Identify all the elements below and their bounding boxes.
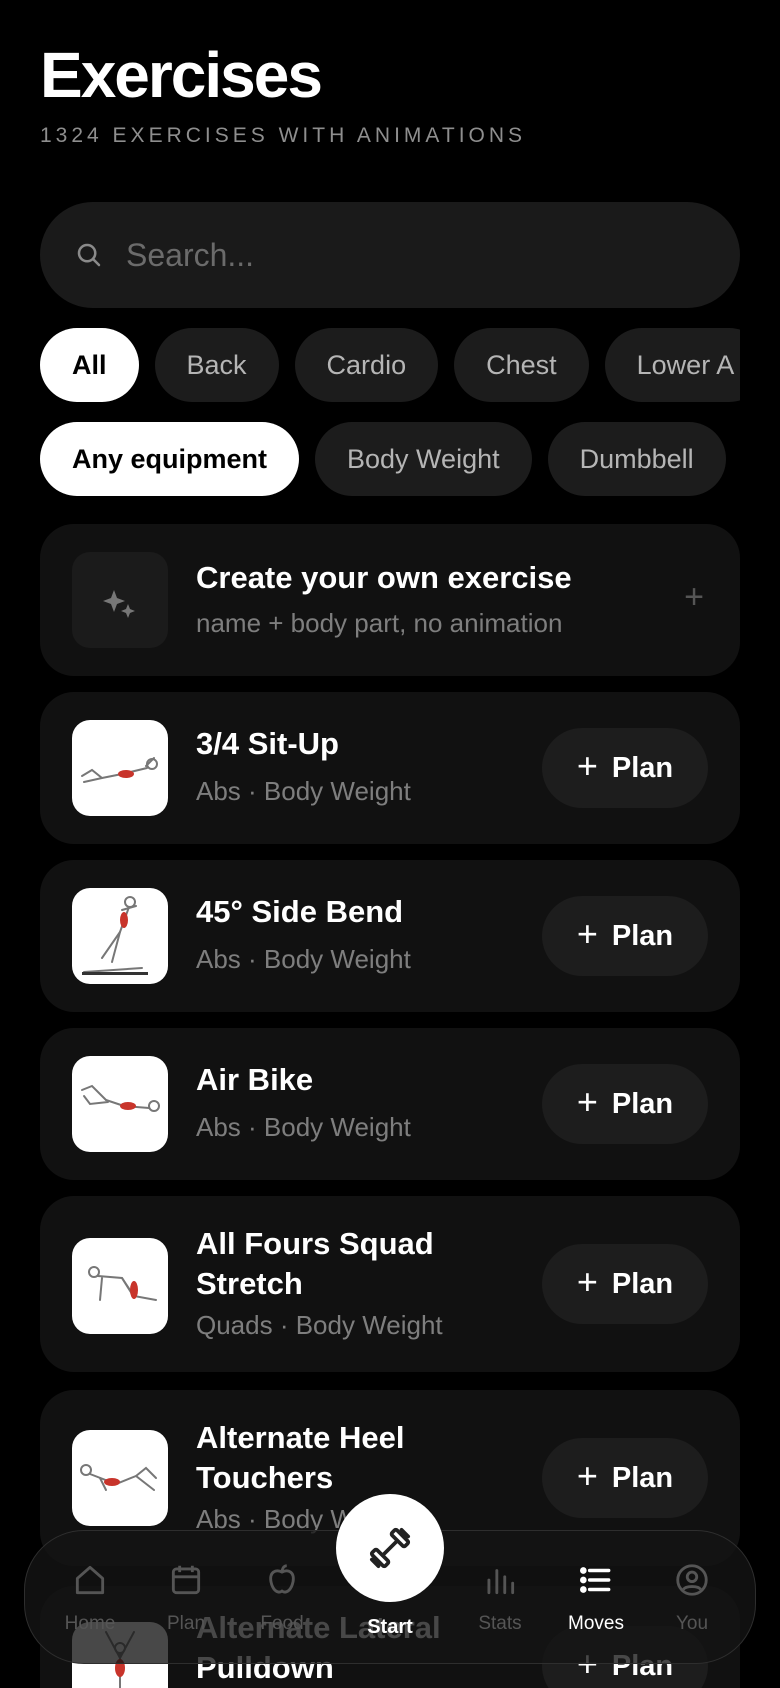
exercise-meta: Abs · Body Weight bbox=[196, 776, 411, 806]
exercise-meta: Abs · Body Weight bbox=[196, 944, 411, 974]
chip-cardio[interactable]: Cardio bbox=[294, 328, 439, 402]
chip-lower-arms[interactable]: Lower A bbox=[604, 328, 740, 402]
plus-icon: + bbox=[576, 913, 598, 954]
plus-icon: + bbox=[576, 1455, 598, 1496]
exercise-thumbnail bbox=[72, 1056, 168, 1152]
calendar-icon bbox=[171, 1565, 201, 1595]
create-exercise-card[interactable]: Create your own exercise name + body par… bbox=[40, 524, 740, 676]
sparkle-icon bbox=[72, 552, 168, 648]
tab-moves[interactable]: Moves bbox=[551, 1561, 641, 1635]
tab-home[interactable]: Home bbox=[45, 1561, 135, 1635]
tab-food[interactable]: Food bbox=[237, 1561, 327, 1635]
exercise-count-subtitle: 1324 EXERCISES WITH ANIMATIONS bbox=[40, 124, 527, 147]
body-part-filter-row: All Back Cardio Chest Lower A bbox=[40, 328, 740, 402]
add-to-plan-button[interactable]: +Plan bbox=[542, 896, 708, 976]
chip-any-equipment[interactable]: Any equipment bbox=[40, 422, 300, 496]
add-to-plan-button[interactable]: +Plan bbox=[542, 728, 708, 808]
chip-all[interactable]: All bbox=[40, 328, 139, 402]
search-placeholder: Search... bbox=[126, 236, 255, 273]
add-to-plan-button[interactable]: +Plan bbox=[542, 1244, 708, 1324]
search-input[interactable]: Search... bbox=[40, 202, 740, 308]
exercise-name: 3/4 Sit-Up bbox=[196, 726, 339, 761]
exercise-name: Air Bike bbox=[196, 1062, 314, 1097]
create-exercise-title: Create your own exercise bbox=[196, 560, 572, 595]
tab-you[interactable]: You bbox=[647, 1561, 737, 1635]
exercise-meta: Quads · Body Weight bbox=[196, 1310, 443, 1340]
plus-icon: + bbox=[576, 745, 598, 786]
chip-dumbbell[interactable]: Dumbbell bbox=[547, 422, 726, 496]
exercise-card[interactable]: Air Bike Abs · Body Weight + Plan bbox=[40, 1028, 740, 1180]
plus-icon: + bbox=[576, 1081, 598, 1122]
exercise-card[interactable]: 45° Side Bend Abs · Body Weight + Plan bbox=[40, 860, 740, 1012]
dumbbell-icon bbox=[369, 1527, 411, 1569]
plus-icon: + bbox=[576, 1261, 598, 1302]
exercise-thumbnail bbox=[72, 1238, 168, 1334]
add-icon[interactable]: + bbox=[684, 578, 704, 617]
start-label: Start bbox=[367, 1616, 413, 1638]
exercise-name: 45° Side Bend bbox=[196, 894, 404, 929]
exercise-thumbnail bbox=[72, 720, 168, 816]
chip-back[interactable]: Back bbox=[154, 328, 279, 402]
chip-body-weight[interactable]: Body Weight bbox=[315, 422, 532, 496]
apple-icon bbox=[269, 1564, 295, 1594]
exercise-name: Alternate Heel Touchers bbox=[196, 1420, 405, 1495]
list-icon bbox=[580, 1567, 611, 1593]
profile-icon bbox=[676, 1564, 708, 1596]
bar-chart-icon bbox=[487, 1569, 515, 1595]
start-workout-button[interactable] bbox=[336, 1494, 444, 1602]
create-exercise-subtitle: name + body part, no animation bbox=[196, 608, 563, 638]
tab-stats[interactable]: Stats bbox=[455, 1561, 545, 1635]
tab-plan[interactable]: Plan bbox=[141, 1561, 231, 1635]
chip-chest[interactable]: Chest bbox=[454, 328, 589, 402]
search-icon bbox=[77, 243, 101, 267]
exercise-meta: Abs · Body Weight bbox=[196, 1112, 411, 1142]
exercise-thumbnail bbox=[72, 888, 168, 984]
exercise-name: All Fours Squad Stretch bbox=[196, 1226, 434, 1301]
add-to-plan-button[interactable]: +Plan bbox=[542, 1064, 708, 1144]
add-to-plan-button[interactable]: +Plan bbox=[542, 1438, 708, 1518]
home-icon bbox=[75, 1565, 105, 1595]
exercise-thumbnail bbox=[72, 1430, 168, 1526]
equipment-filter-row: Any equipment Body Weight Dumbbell bbox=[40, 422, 740, 496]
page-title: Exercises bbox=[40, 39, 323, 111]
exercise-card[interactable]: All Fours Squad Stretch Quads · Body Wei… bbox=[40, 1196, 740, 1372]
exercise-card[interactable]: 3/4 Sit-Up Abs · Body Weight + Plan bbox=[40, 692, 740, 844]
